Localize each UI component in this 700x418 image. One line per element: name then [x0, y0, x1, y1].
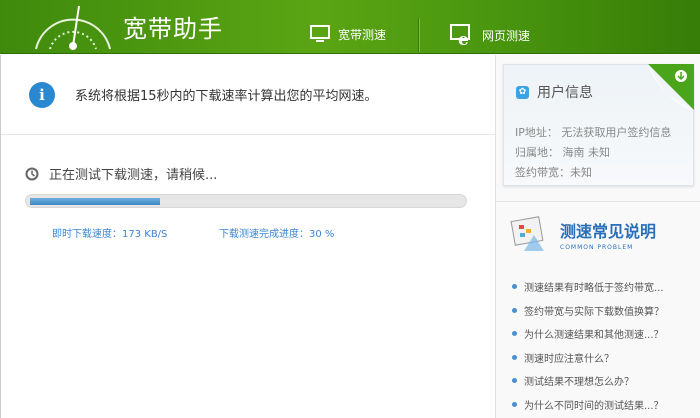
- faq-item[interactable]: 为什么不同时间的测试结果...？: [512, 393, 664, 417]
- speedometer-icon: [35, 5, 111, 50]
- download-corner-icon[interactable]: [648, 64, 694, 110]
- faq-list: 测速结果有时略低于签约带宽... 签约带宽与实际下载数值换算？ 为什么测速结果和…: [512, 275, 664, 416]
- bullet-icon: [512, 307, 517, 313]
- faq-link[interactable]: 签约带宽与实际下载数值换算？: [524, 303, 664, 318]
- app-header: 宽带助手 宽带测速 e 网页测速: [0, 0, 700, 54]
- notice-bar: i 系统将根据15秒内的下载速率计算出您的平均网速。: [1, 55, 495, 135]
- clock-icon: [25, 167, 39, 180]
- user-info-icon: ✿: [516, 85, 529, 99]
- status-text: 正在测试下载测速，请稍候...: [49, 168, 218, 183]
- sidebar: ✿ 用户信息 IP地址： 无法获取用户签约信息 归属地： 海南 未知 签约带宽：未…: [495, 55, 700, 418]
- faq-item[interactable]: 测试结果不理想怎么办？: [512, 369, 664, 393]
- faq-subtitle: COMMON PROBLEM: [560, 243, 634, 251]
- progress-bar: [25, 194, 467, 208]
- ip-address: IP地址： 无法获取用户签约信息: [515, 126, 672, 139]
- user-info-card: ✿ 用户信息 IP地址： 无法获取用户签约信息 归属地： 海南 未知 签约带宽：未…: [503, 64, 694, 186]
- faq-link[interactable]: 测速时应注意什么？: [524, 350, 614, 365]
- faq-item[interactable]: 测速时应注意什么？: [512, 346, 664, 370]
- bullet-icon: [512, 284, 517, 290]
- faq-title: 测速常见说明: [560, 221, 657, 241]
- monitor-icon: [310, 25, 330, 42]
- contract-bandwidth: 签约带宽：未知: [515, 166, 592, 179]
- instant-speed: 即时下载速度：173 KB/S: [52, 229, 168, 240]
- faq-link[interactable]: 为什么不同时间的测试结果...？: [524, 397, 664, 412]
- app-title: 宽带助手: [123, 15, 223, 43]
- tab-label: 宽带测速: [338, 27, 387, 42]
- faq-link[interactable]: 测速结果有时略低于签约带宽...: [524, 279, 664, 294]
- faq-item[interactable]: 签约带宽与实际下载数值换算？: [512, 299, 664, 323]
- bullet-icon: [512, 331, 517, 337]
- user-info-title: ✿ 用户信息: [516, 82, 593, 102]
- test-status: 正在测试下载测速，请稍候...: [25, 164, 217, 183]
- speed-test-panel: i 系统将根据15秒内的下载速率计算出您的平均网速。 正在测试下载测速，请稍候.…: [0, 55, 495, 418]
- svg-text:e: e: [458, 30, 469, 46]
- bullet-icon: [512, 354, 517, 360]
- faq-header: 测速常见说明 COMMON PROBLEM: [510, 215, 656, 253]
- tab-web-speed[interactable]: e 网页测速: [450, 24, 530, 46]
- progress-fill: [30, 198, 161, 205]
- tab-broadband-speed[interactable]: 宽带测速: [310, 24, 386, 44]
- notice-text: 系统将根据15秒内的下载速率计算出您的平均网速。: [75, 89, 378, 104]
- user-info-title-text: 用户信息: [537, 85, 593, 101]
- divider: [496, 201, 700, 202]
- faq-item[interactable]: 测速结果有时略低于签约带宽...: [512, 275, 664, 299]
- info-icon: i: [29, 81, 55, 108]
- bullet-icon: [512, 401, 517, 407]
- location: 归属地： 海南 未知: [515, 146, 610, 159]
- faq-link[interactable]: 为什么测速结果和其他测速...？: [524, 326, 664, 341]
- bullet-icon: [512, 378, 517, 384]
- ie-browser-icon: e: [450, 24, 470, 46]
- tab-label: 网页测速: [482, 28, 531, 43]
- progress-text: 下载测速完成进度：30 %: [219, 229, 335, 240]
- faq-item[interactable]: 为什么测速结果和其他测速...？: [512, 322, 664, 346]
- tab-divider: [418, 18, 419, 52]
- faq-link[interactable]: 测试结果不理想怎么办？: [524, 373, 634, 388]
- faq-illustration-icon: [510, 216, 544, 251]
